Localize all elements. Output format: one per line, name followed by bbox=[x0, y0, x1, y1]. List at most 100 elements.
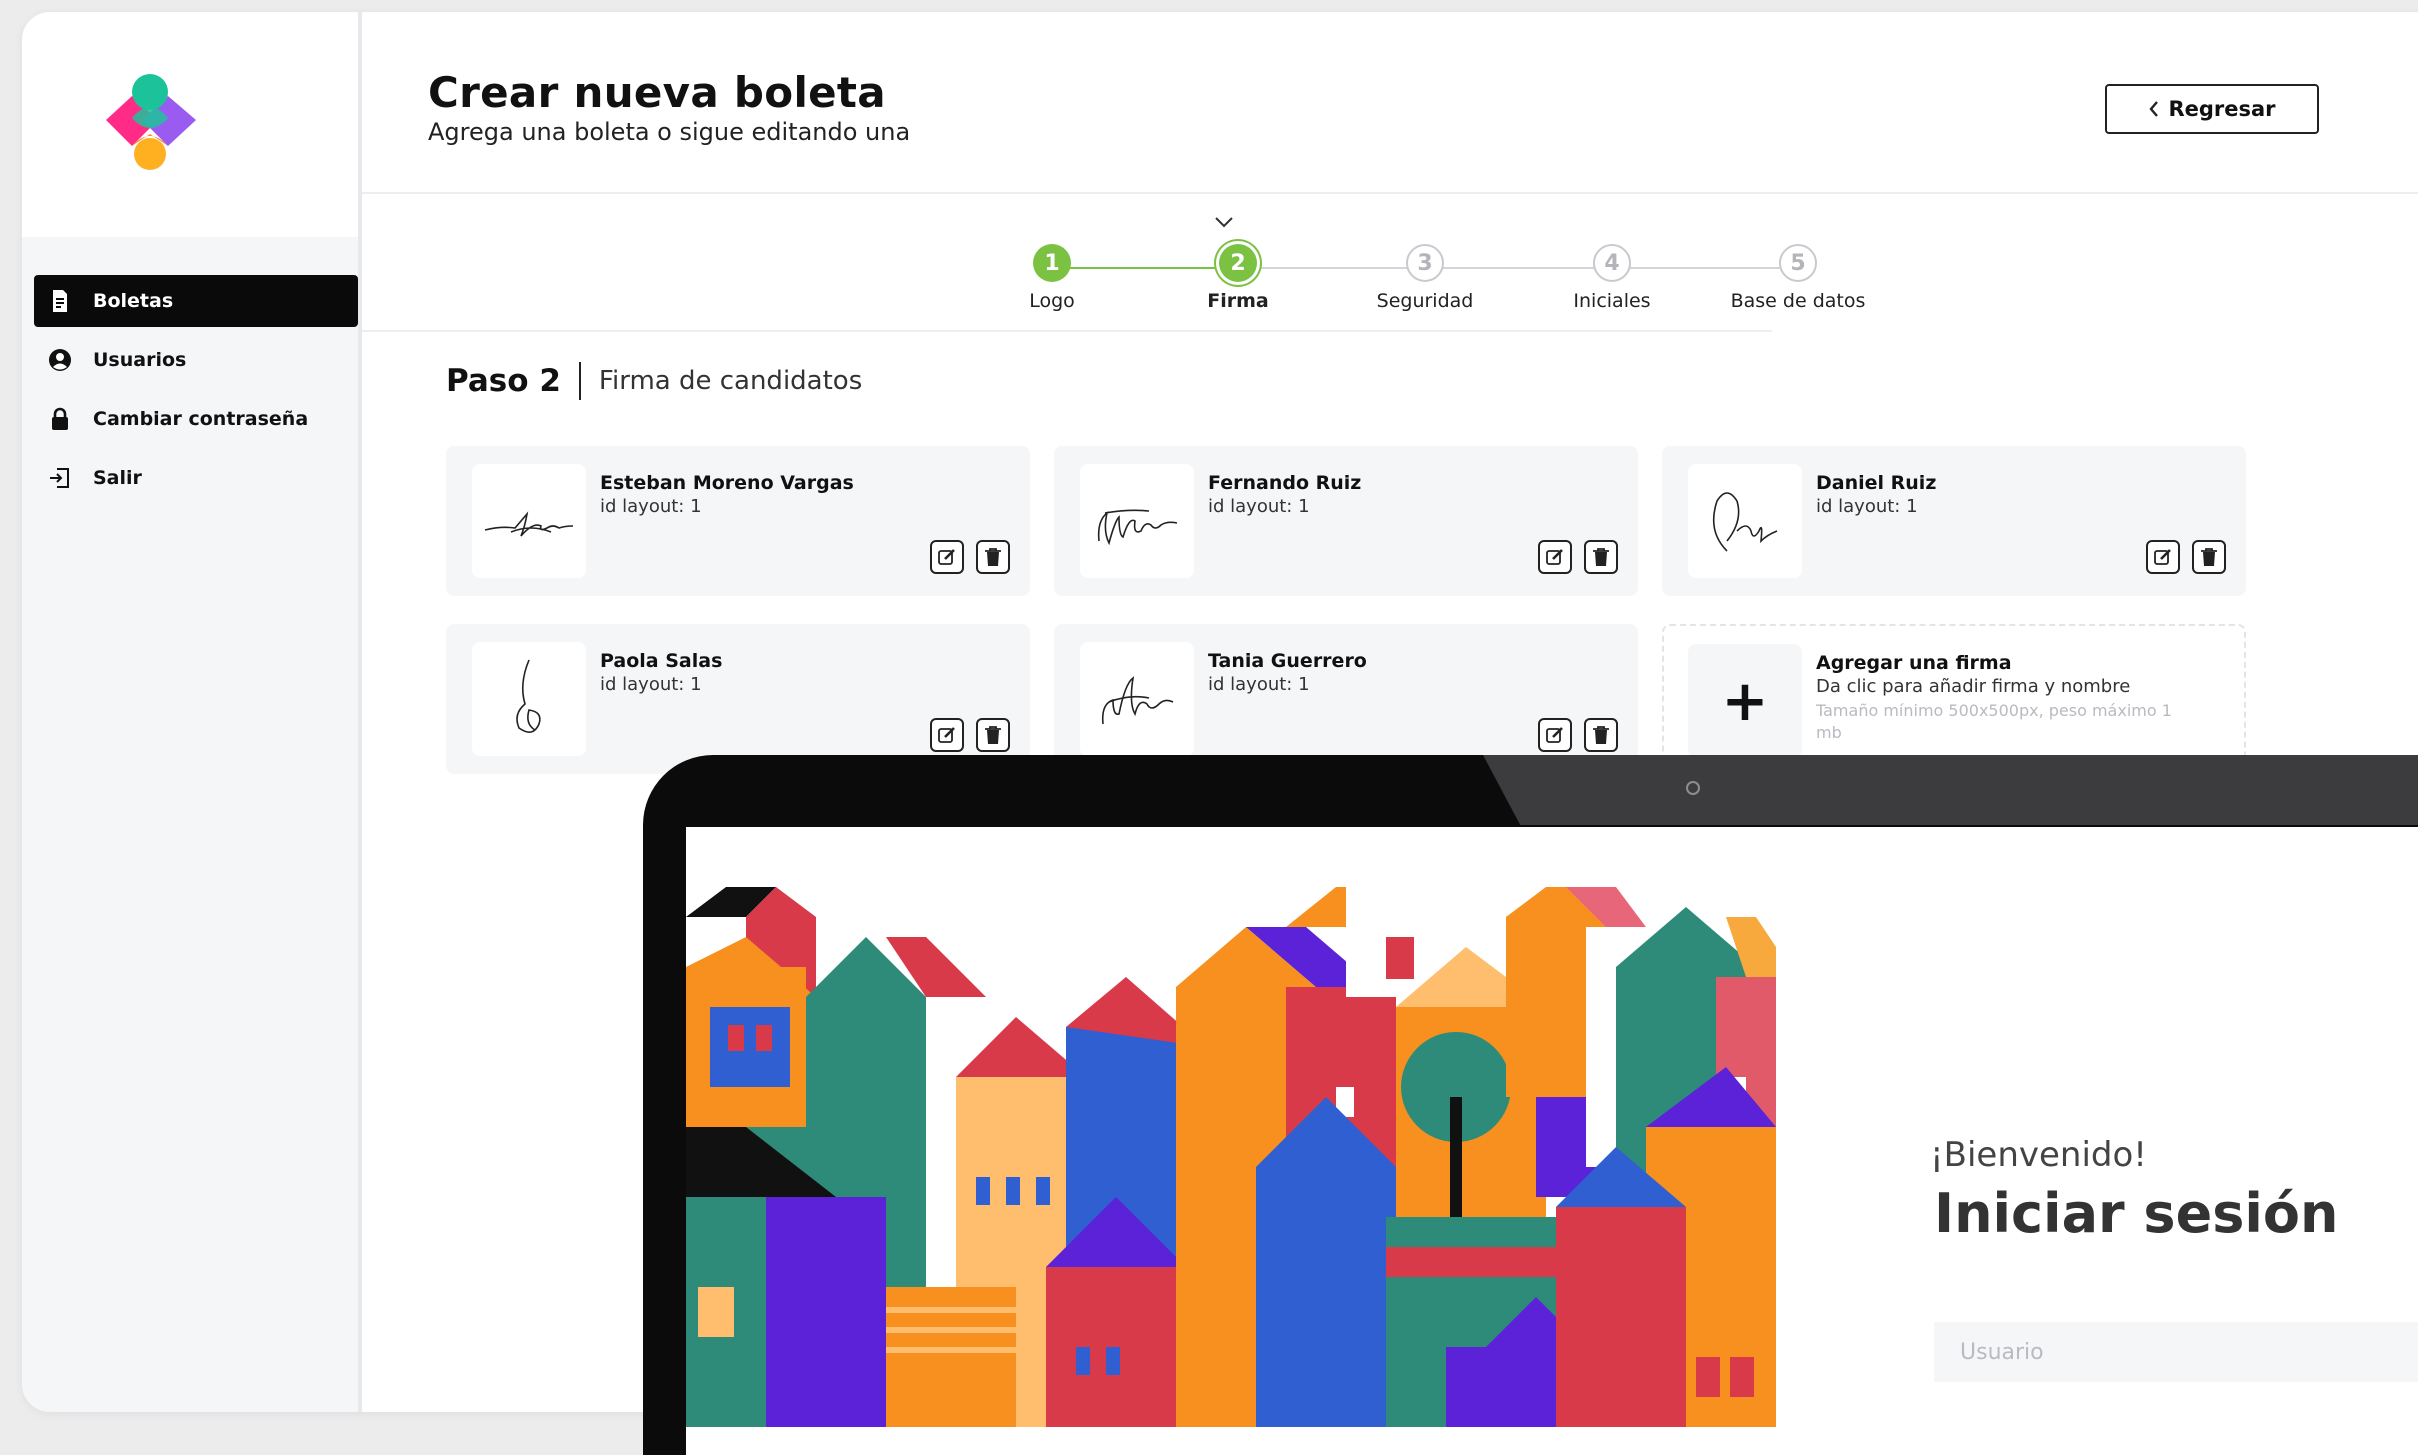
back-button-label: Regresar bbox=[2168, 97, 2276, 121]
step-number: 1 bbox=[1033, 244, 1071, 282]
signature-thumbnail bbox=[472, 464, 586, 578]
step-firma[interactable]: 2 Firma bbox=[1138, 244, 1338, 312]
sidebar: Boletas Usuarios Cambiar contraseña Sali… bbox=[22, 12, 358, 1412]
edit-icon bbox=[1546, 727, 1563, 743]
edit-button[interactable] bbox=[930, 540, 964, 574]
sidebar-item-boletas[interactable]: Boletas bbox=[34, 275, 358, 327]
page-subtitle: Agrega una boleta o sigue editando una bbox=[428, 118, 911, 146]
edit-icon bbox=[938, 549, 955, 565]
trash-icon bbox=[1593, 726, 1609, 744]
step-heading-number: Paso 2 bbox=[446, 363, 561, 399]
signature-image-icon bbox=[1712, 492, 1778, 552]
chevron-left-icon bbox=[2149, 101, 2159, 117]
signature-image-icon bbox=[516, 659, 541, 733]
plus-icon: + bbox=[1688, 644, 1802, 758]
step-heading: Paso 2 Firma de candidatos bbox=[446, 362, 862, 400]
app-logo-icon bbox=[106, 74, 196, 170]
add-signature-card[interactable]: + Agregar una firma Da clic para añadir … bbox=[1662, 624, 2246, 774]
delete-button[interactable] bbox=[976, 718, 1010, 752]
houses-illustration bbox=[686, 827, 1776, 1427]
edit-button[interactable] bbox=[2146, 540, 2180, 574]
sidebar-item-label: Cambiar contraseña bbox=[93, 408, 309, 430]
trash-icon bbox=[1593, 548, 1609, 566]
signature-thumbnail bbox=[1080, 464, 1194, 578]
card-name: Fernando Ruiz bbox=[1208, 472, 1362, 494]
trash-icon bbox=[985, 548, 1001, 566]
lock-icon bbox=[52, 407, 68, 430]
card-name: Daniel Ruiz bbox=[1816, 472, 1937, 494]
card-actions bbox=[1538, 540, 1618, 574]
step-heading-separator bbox=[578, 362, 581, 400]
card-actions bbox=[930, 718, 1010, 752]
signature-thumbnail bbox=[472, 642, 586, 756]
add-card-subtitle: Da clic para añadir firma y nombre bbox=[1816, 676, 2131, 697]
delete-button[interactable] bbox=[976, 540, 1010, 574]
step-base-de-datos[interactable]: 5 Base de datos bbox=[1698, 244, 1898, 312]
edit-button[interactable] bbox=[1538, 540, 1572, 574]
sidebar-nav: Boletas Usuarios Cambiar contraseña Sali… bbox=[34, 275, 358, 511]
sidebar-logo-area bbox=[22, 12, 358, 237]
signature-image-icon bbox=[484, 511, 574, 537]
step-seguridad[interactable]: 3 Seguridad bbox=[1325, 244, 1525, 312]
signature-thumbnail bbox=[1080, 642, 1194, 756]
signature-card[interactable]: Tania Guerrero id layout: 1 bbox=[1054, 624, 1638, 774]
card-actions bbox=[2146, 540, 2226, 574]
signature-card[interactable]: Paola Salas id layout: 1 bbox=[446, 624, 1030, 774]
signature-image-icon bbox=[1101, 676, 1174, 725]
trash-icon bbox=[985, 726, 1001, 744]
sidebar-item-label: Boletas bbox=[93, 290, 174, 312]
sidebar-item-usuarios[interactable]: Usuarios bbox=[34, 334, 358, 386]
signature-card[interactable]: Daniel Ruiz id layout: 1 bbox=[1662, 446, 2246, 596]
card-id: id layout: 1 bbox=[1208, 496, 1310, 517]
card-id: id layout: 1 bbox=[600, 496, 702, 517]
sidebar-item-cambiar-contrasena[interactable]: Cambiar contraseña bbox=[34, 393, 358, 445]
sidebar-item-label: Salir bbox=[93, 467, 142, 489]
step-number: 3 bbox=[1406, 244, 1444, 282]
step-number: 2 bbox=[1219, 244, 1257, 282]
delete-button[interactable] bbox=[1584, 718, 1618, 752]
signature-card[interactable]: Esteban Moreno Vargas id layout: 1 bbox=[446, 446, 1030, 596]
add-card-hint: Tamaño mínimo 500x500px, peso máximo 1 m… bbox=[1816, 701, 2172, 742]
login-welcome: ¡Bienvenido! bbox=[1930, 1135, 2147, 1175]
step-number: 5 bbox=[1779, 244, 1817, 282]
laptop-glare bbox=[1483, 755, 2418, 825]
sidebar-item-salir[interactable]: Salir bbox=[34, 452, 358, 504]
signature-card[interactable]: Fernando Ruiz id layout: 1 bbox=[1054, 446, 1638, 596]
username-input[interactable] bbox=[1934, 1322, 2418, 1382]
edit-button[interactable] bbox=[930, 718, 964, 752]
step-label: Base de datos bbox=[1730, 290, 1866, 312]
signature-image-icon bbox=[1097, 509, 1178, 546]
sidebar-divider bbox=[358, 12, 362, 1412]
card-id: id layout: 1 bbox=[1208, 674, 1310, 695]
step-label: Logo bbox=[1029, 290, 1075, 312]
step-label: Firma bbox=[1207, 290, 1269, 312]
card-actions bbox=[930, 540, 1010, 574]
step-number: 4 bbox=[1593, 244, 1631, 282]
delete-button[interactable] bbox=[2192, 540, 2226, 574]
camera-icon bbox=[1686, 781, 1700, 795]
card-name: Paola Salas bbox=[600, 650, 723, 672]
add-card-title: Agregar una firma bbox=[1816, 652, 2012, 674]
card-name: Tania Guerrero bbox=[1208, 650, 1367, 672]
page-title: Crear nueva boleta bbox=[428, 68, 886, 117]
card-id: id layout: 1 bbox=[1816, 496, 1918, 517]
card-actions bbox=[1538, 718, 1618, 752]
stepper: 1 Logo 2 Firma 3 Seguridad 4 Iniciales 5… bbox=[952, 202, 1912, 332]
card-name: Esteban Moreno Vargas bbox=[600, 472, 854, 494]
document-icon bbox=[53, 290, 67, 312]
back-button[interactable]: Regresar bbox=[2105, 84, 2319, 134]
edit-icon bbox=[2154, 549, 2171, 565]
step-label: Seguridad bbox=[1376, 290, 1474, 312]
edit-button[interactable] bbox=[1538, 718, 1572, 752]
logout-icon bbox=[50, 468, 69, 488]
step-iniciales[interactable]: 4 Iniciales bbox=[1512, 244, 1712, 312]
stepper-divider bbox=[362, 330, 1772, 332]
sidebar-item-label: Usuarios bbox=[93, 349, 187, 371]
step-heading-text: Firma de candidatos bbox=[598, 366, 863, 396]
step-logo[interactable]: 1 Logo bbox=[952, 244, 1152, 312]
edit-icon bbox=[938, 727, 955, 743]
delete-button[interactable] bbox=[1584, 540, 1618, 574]
edit-icon bbox=[1546, 549, 1563, 565]
signature-thumbnail bbox=[1688, 464, 1802, 578]
trash-icon bbox=[2201, 548, 2217, 566]
